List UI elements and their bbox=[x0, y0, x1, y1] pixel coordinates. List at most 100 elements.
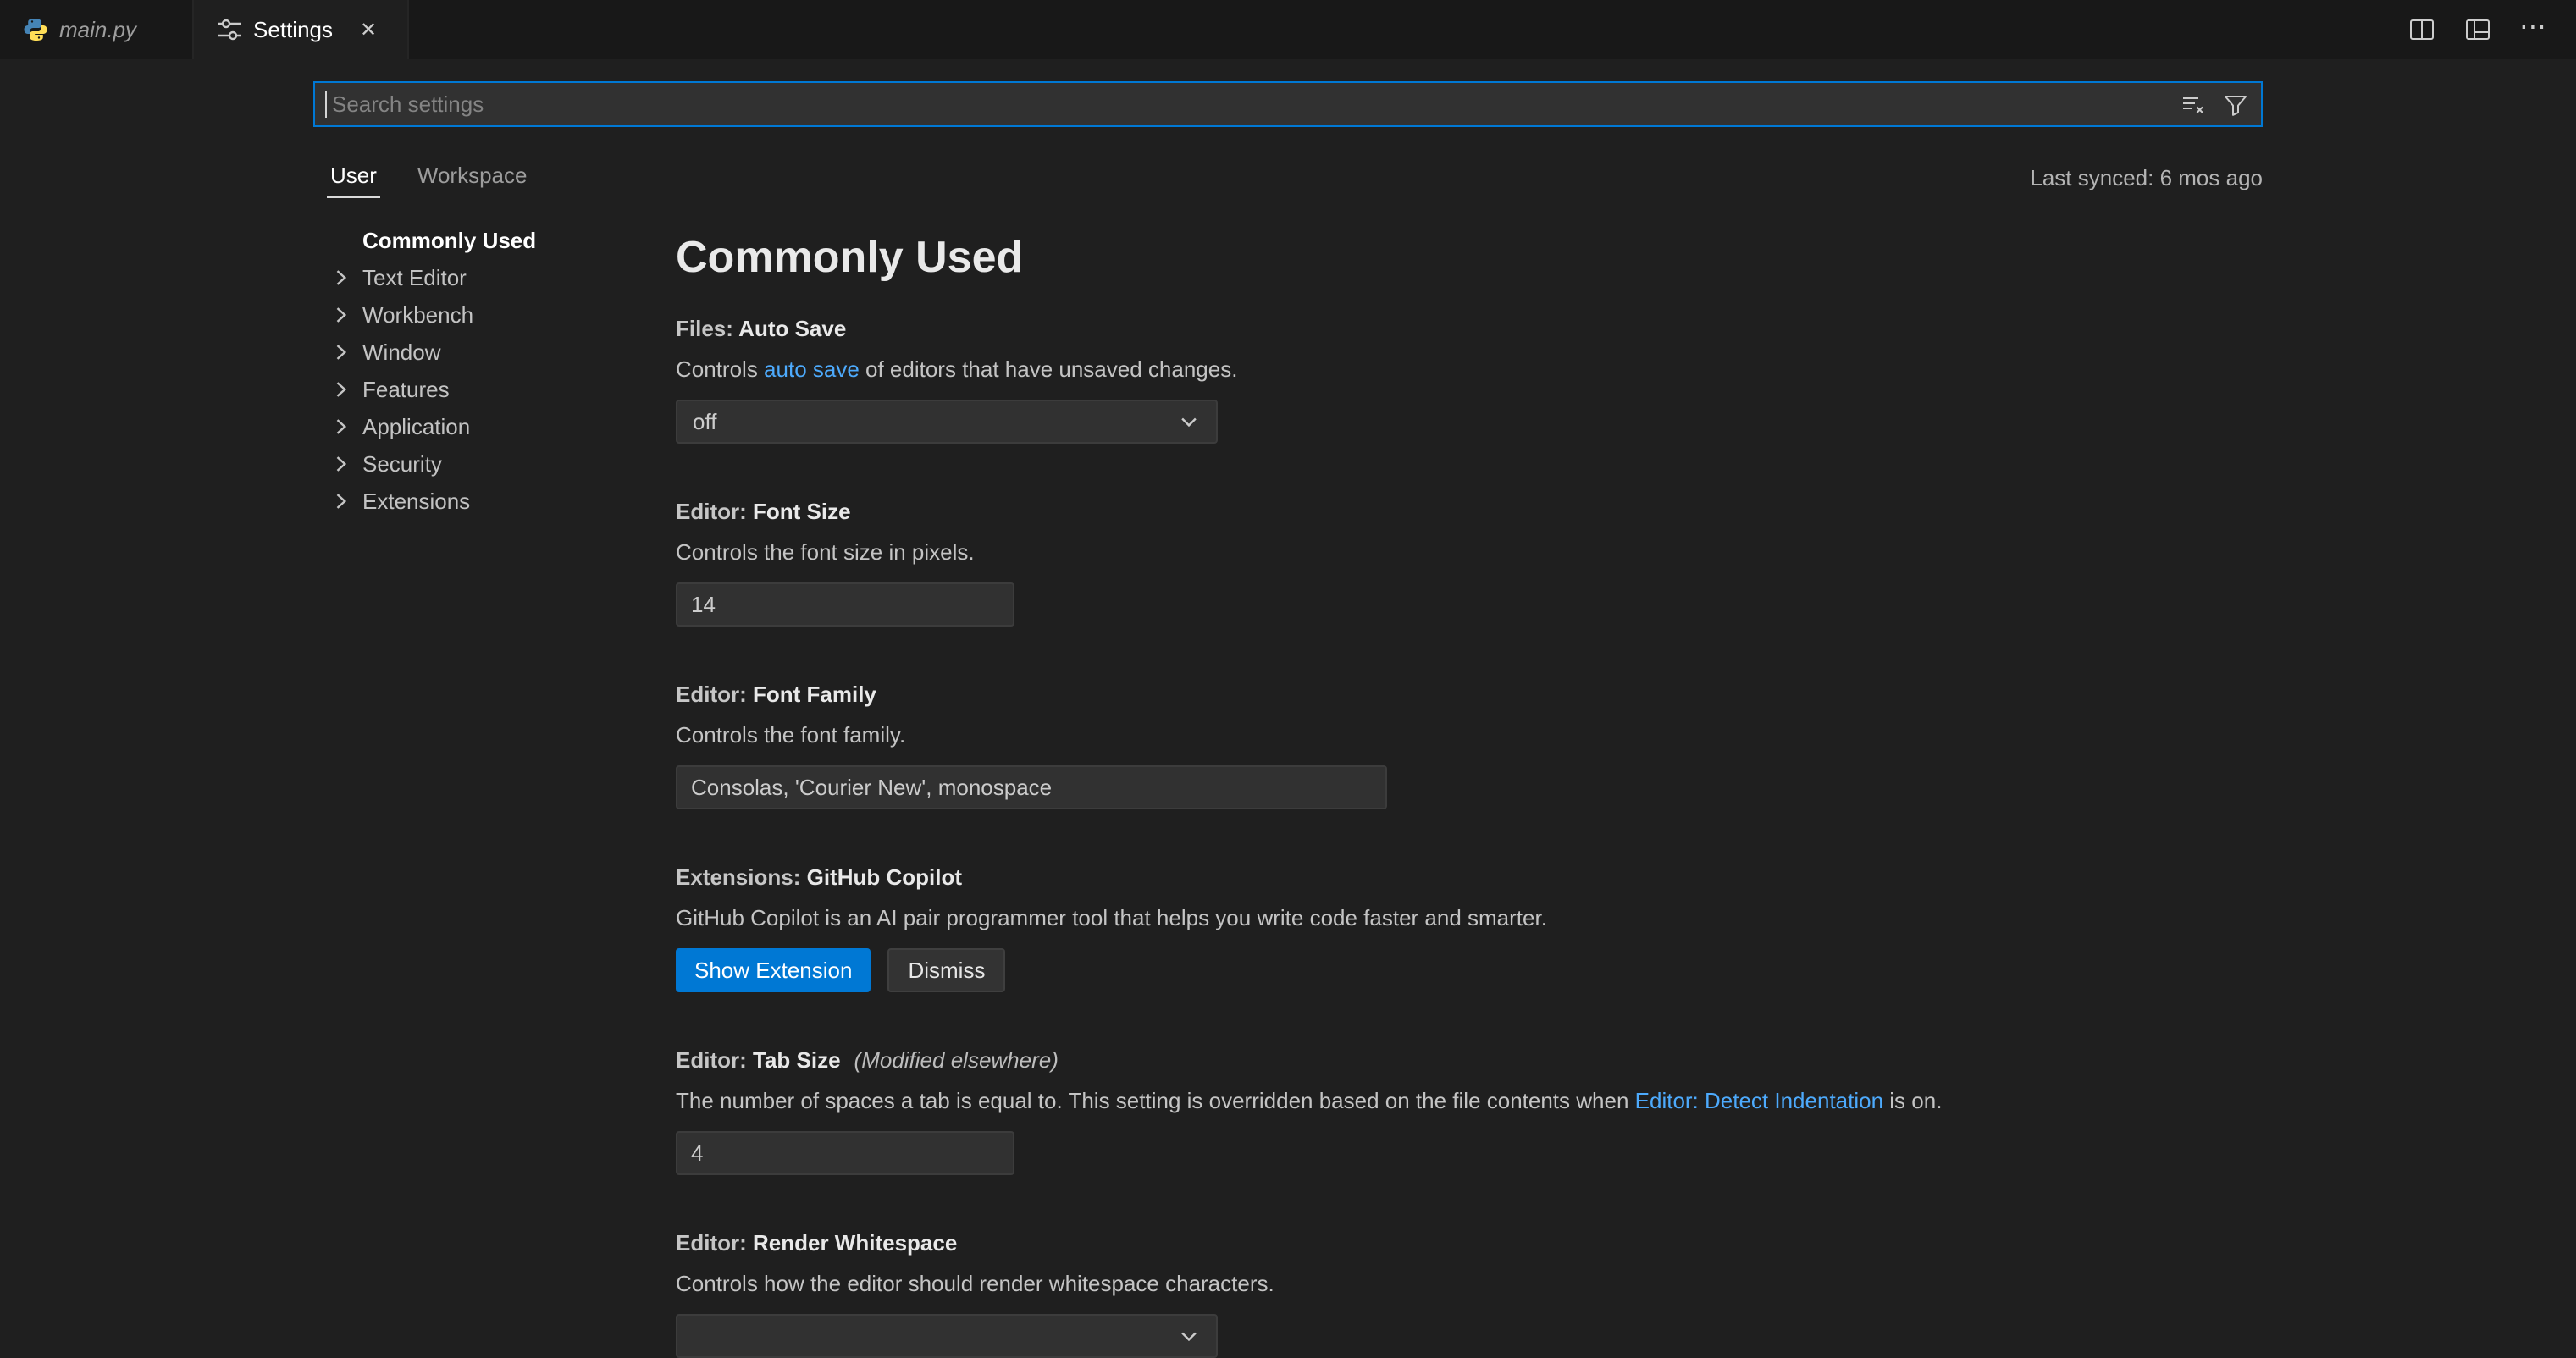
setting-name: Font Family bbox=[753, 682, 876, 707]
setting-select[interactable]: off bbox=[676, 400, 1218, 444]
editor-detect-indentation-link[interactable]: Editor: Detect Indentation bbox=[1635, 1088, 1883, 1113]
settings-scope-tabs: User Workspace bbox=[327, 154, 530, 198]
chevron-down-icon bbox=[1177, 1324, 1201, 1348]
setting-title: Extensions: GitHub Copilot bbox=[676, 862, 2263, 892]
chevron-right-icon bbox=[322, 450, 362, 478]
chevron-right-icon bbox=[322, 376, 362, 403]
toc-label: Features bbox=[362, 377, 450, 403]
settings-sliders-icon bbox=[216, 16, 243, 43]
chevron-right-icon bbox=[322, 413, 362, 440]
sync-status: Last synced: 6 mos ago bbox=[2030, 165, 2263, 198]
toc-label: Extensions bbox=[362, 489, 470, 515]
clear-search-filters-icon[interactable] bbox=[2178, 89, 2208, 119]
toc-item-workbench[interactable]: Workbench bbox=[322, 296, 652, 334]
chevron-down-icon bbox=[1177, 410, 1201, 433]
setting-name: Render Whitespace bbox=[753, 1230, 957, 1256]
tab-spacer bbox=[146, 13, 170, 47]
setting-extensions-github-copilot: Extensions: GitHub CopilotGitHub Copilot… bbox=[676, 862, 2263, 992]
filter-icon[interactable] bbox=[2220, 89, 2251, 119]
show-extension-button[interactable]: Show Extension bbox=[676, 948, 871, 992]
dismiss-button[interactable]: Dismiss bbox=[887, 948, 1005, 992]
setting-modified-badge: (Modified elsewhere) bbox=[854, 1047, 1059, 1073]
editor-tab-bar: main.py Settings ✕ ⋯ bbox=[0, 0, 2576, 59]
tab-label: main.py bbox=[59, 17, 136, 43]
description-text: Controls the font family. bbox=[676, 722, 905, 748]
description-text: The number of spaces a tab is equal to. … bbox=[676, 1088, 1635, 1113]
toc-label: Security bbox=[362, 451, 442, 478]
editor-tab-settings[interactable]: Settings ✕ bbox=[194, 0, 409, 59]
setting-category: Editor: bbox=[676, 1230, 753, 1256]
setting-input[interactable] bbox=[676, 582, 1014, 627]
toc-label: Workbench bbox=[362, 302, 473, 328]
toc-indent bbox=[322, 227, 362, 254]
customize-layout-icon[interactable] bbox=[2459, 11, 2496, 48]
setting-category: Editor: bbox=[676, 499, 753, 524]
auto-save-link[interactable]: auto save bbox=[764, 356, 860, 382]
setting-name: GitHub Copilot bbox=[807, 864, 962, 890]
setting-files-auto-save: Files: Auto Save Controls auto save of ed… bbox=[676, 313, 2263, 444]
vscode-window: { "window": { "tabs": [ { "label": "main… bbox=[0, 0, 2576, 1331]
toc-item-features[interactable]: Features bbox=[322, 371, 652, 408]
setting-description: Controls auto save of editors that have … bbox=[676, 354, 2263, 384]
setting-title: Editor: Font Family bbox=[676, 679, 2263, 709]
description-text: Controls the font size in pixels. bbox=[676, 539, 975, 565]
setting-input[interactable] bbox=[676, 765, 1387, 809]
setting-control: off bbox=[676, 400, 2263, 444]
toc-item-security[interactable]: Security bbox=[322, 445, 652, 483]
toc-item-extensions[interactable]: Extensions bbox=[322, 483, 652, 520]
python-icon bbox=[22, 16, 49, 43]
toc-label: Commonly Used bbox=[362, 228, 536, 254]
setting-control: Show Extension Dismiss bbox=[676, 948, 2263, 992]
setting-select[interactable] bbox=[676, 1314, 1218, 1358]
setting-control bbox=[676, 1314, 2263, 1358]
editor-tab-main-py[interactable]: main.py bbox=[0, 0, 194, 59]
setting-name: Auto Save bbox=[738, 316, 846, 341]
settings-search-box[interactable] bbox=[313, 81, 2263, 127]
page-title: Commonly Used bbox=[676, 229, 2263, 286]
setting-description: Controls the font size in pixels. bbox=[676, 537, 2263, 567]
setting-category: Files: bbox=[676, 316, 738, 341]
setting-category: Extensions: bbox=[676, 864, 807, 890]
toc-item-text-editor[interactable]: Text Editor bbox=[322, 259, 652, 296]
toc-label: Window bbox=[362, 340, 440, 366]
settings-editor: User Workspace Last synced: 6 mos ago Com… bbox=[0, 59, 2576, 1331]
close-icon[interactable]: ✕ bbox=[351, 13, 385, 47]
setting-editor-font-family: Editor: Font Family Controls the font fam… bbox=[676, 679, 2263, 809]
setting-title: Editor: Tab Size (Modified elsewhere) bbox=[676, 1045, 2263, 1075]
chevron-right-icon bbox=[322, 264, 362, 291]
setting-buttons: Show Extension Dismiss bbox=[676, 948, 2263, 992]
search-toolbar bbox=[2178, 89, 2251, 119]
setting-description: Controls how the editor should render wh… bbox=[676, 1268, 2263, 1299]
split-editor-icon[interactable] bbox=[2403, 11, 2441, 48]
scope-tab-user[interactable]: User bbox=[327, 154, 380, 198]
description-text: of editors that have unsaved changes. bbox=[860, 356, 1238, 382]
description-text: GitHub Copilot is an AI pair programmer … bbox=[676, 905, 1547, 930]
search-input[interactable] bbox=[327, 83, 2178, 125]
description-text: Controls bbox=[676, 356, 764, 382]
description-text: is on. bbox=[1883, 1088, 1942, 1113]
settings-content: Commonly Used Files: Auto Save Controls a… bbox=[676, 229, 2263, 1331]
setting-title: Editor: Render Whitespace bbox=[676, 1228, 2263, 1258]
setting-category: Editor: bbox=[676, 682, 753, 707]
setting-description: The number of spaces a tab is equal to. … bbox=[676, 1085, 2263, 1116]
description-text: Controls how the editor should render wh… bbox=[676, 1271, 1274, 1296]
setting-editor-render-whitespace: Editor: Render Whitespace Controls how th… bbox=[676, 1228, 2263, 1358]
settings-list: Files: Auto Save Controls auto save of ed… bbox=[676, 313, 2263, 1358]
chevron-right-icon bbox=[322, 488, 362, 515]
setting-description: Controls the font family. bbox=[676, 720, 2263, 750]
toc-item-window[interactable]: Window bbox=[322, 334, 652, 371]
tab-label: Settings bbox=[253, 17, 333, 43]
toc-item-application[interactable]: Application bbox=[322, 408, 652, 445]
chevron-right-icon bbox=[322, 339, 362, 366]
setting-name: Tab Size bbox=[753, 1047, 841, 1073]
setting-category: Editor: bbox=[676, 1047, 753, 1073]
scope-tab-workspace[interactable]: Workspace bbox=[414, 154, 531, 198]
editor-actions: ⋯ bbox=[2403, 0, 2576, 59]
toc-item-commonly-used[interactable]: Commonly Used bbox=[322, 222, 652, 259]
select-value: off bbox=[693, 409, 716, 435]
more-actions-icon[interactable]: ⋯ bbox=[2515, 11, 2552, 48]
editor-tabs: main.py Settings ✕ bbox=[0, 0, 409, 59]
setting-description: GitHub Copilot is an AI pair programmer … bbox=[676, 903, 2263, 933]
setting-editor-tab-size: Editor: Tab Size (Modified elsewhere) The … bbox=[676, 1045, 2263, 1175]
setting-input[interactable] bbox=[676, 1131, 1014, 1175]
